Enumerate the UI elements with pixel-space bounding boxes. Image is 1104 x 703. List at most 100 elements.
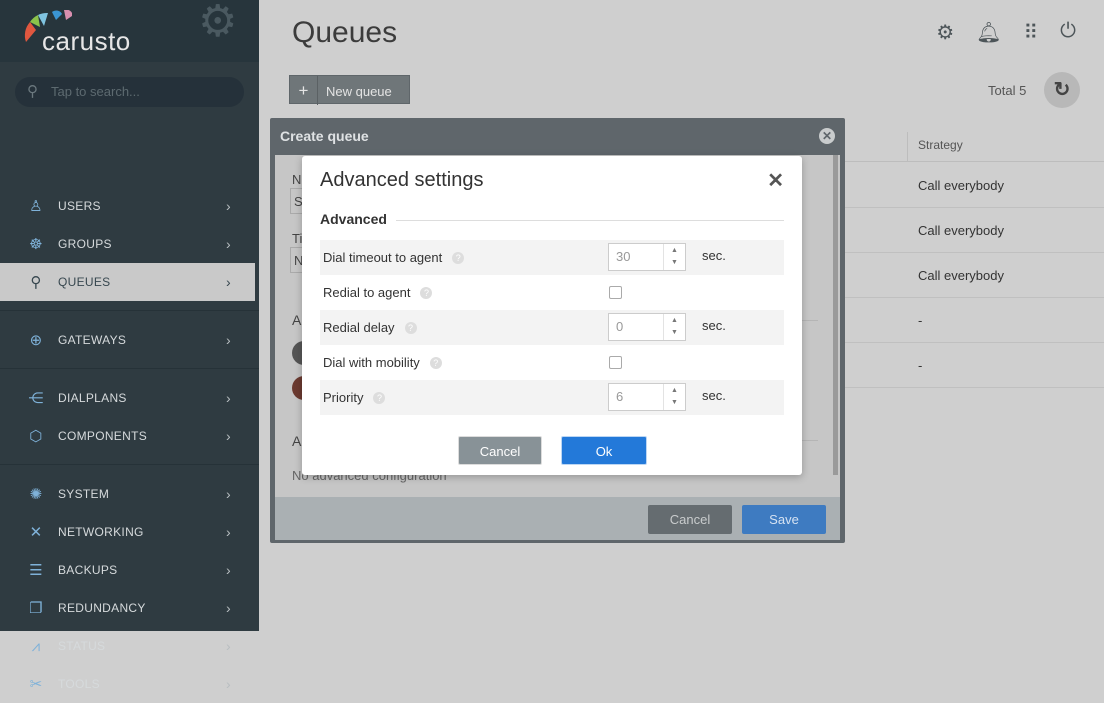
cube-icon: ⬡	[29, 428, 43, 445]
advanced-cancel-button[interactable]: Cancel	[458, 436, 542, 465]
close-icon[interactable]: ✕	[767, 168, 784, 193]
dialog-title: Create queue	[280, 128, 369, 144]
cancel-button[interactable]: Cancel	[648, 505, 732, 534]
spinner-arrows-icon[interactable]: ▲ ▼	[663, 314, 685, 340]
settings-icon[interactable]: ⚙	[936, 20, 954, 45]
share-icon: ⋲	[28, 390, 44, 407]
dialog-title: Advanced settings	[320, 169, 484, 191]
help-icon[interactable]: ?	[452, 252, 465, 264]
sidebar-item-label: QUEUES	[58, 275, 111, 289]
setting-row: Priority? 6 ▲ ▼ sec.	[320, 380, 784, 415]
sidebar-item-label: SYSTEM	[58, 487, 110, 501]
spinner-arrows-icon[interactable]: ▲ ▼	[663, 244, 685, 270]
sidebar-item-tools[interactable]: ✂ TOOLS ›	[0, 665, 255, 703]
user-icon: ♙	[29, 198, 43, 215]
search-input[interactable]: ⚲ Tap to search...	[15, 77, 244, 107]
chevron-right-icon: ›	[226, 676, 231, 692]
unit-label: sec.	[702, 318, 726, 333]
setting-label: Dial with mobility	[323, 355, 420, 370]
chart-icon: ⩘	[31, 637, 41, 655]
sidebar-item-dialplans[interactable]: ⋲ DIALPLANS ›	[0, 379, 255, 417]
chevron-right-icon: ›	[226, 198, 231, 214]
sidebar: carusto ⚙ ⚲ Tap to search... ♙ USERS › ☸ GROU…	[0, 0, 259, 693]
new-queue-button[interactable]: + New queue	[289, 75, 410, 105]
redundancy-icon: ❐	[29, 600, 43, 617]
network-icon: ✕	[29, 524, 43, 541]
sidebar-item-components[interactable]: ⬡ COMPONENTS ›	[0, 417, 255, 455]
sidebar-item-networking[interactable]: ✕ NETWORKING ›	[0, 513, 255, 551]
save-button[interactable]: Save	[742, 505, 826, 534]
setting-label: Dial timeout to agent	[323, 250, 443, 265]
section-heading: Advanced	[320, 211, 387, 227]
chevron-right-icon: ›	[226, 486, 231, 502]
number-input[interactable]: 0 ▲ ▼	[608, 313, 686, 341]
top-icons: ⚙ 🔔︎ ⠿ ⏻	[936, 20, 1076, 45]
sidebar-item-gateways[interactable]: ⊕ GATEWAYS ›	[0, 321, 255, 359]
setting-label: Redial delay	[323, 320, 395, 335]
bell-icon[interactable]: 🔔︎	[976, 20, 1001, 45]
sidebar-item-label: GROUPS	[58, 237, 112, 251]
table-header: Strategy	[845, 127, 1104, 162]
total-count: Total 5	[988, 83, 1027, 98]
checkbox[interactable]	[609, 356, 622, 369]
sidebar-item-label: GATEWAYS	[58, 333, 127, 347]
sidebar-item-label: NETWORKING	[58, 525, 144, 539]
chevron-right-icon: ›	[226, 600, 231, 616]
groups-icon: ☸	[29, 236, 43, 253]
page-title: Queues	[292, 16, 398, 49]
sidebar-item-label: DIALPLANS	[58, 391, 127, 405]
ok-button[interactable]: Ok	[561, 436, 647, 465]
chevron-right-icon: ›	[226, 236, 231, 252]
sidebar-item-users[interactable]: ♙ USERS ›	[0, 187, 255, 225]
search-icon: ⚲	[27, 83, 38, 100]
logo[interactable]: carusto	[24, 10, 130, 56]
power-icon[interactable]: ⏻	[1060, 20, 1076, 45]
help-icon[interactable]: ?	[420, 287, 433, 299]
table-row[interactable]: Call everybody	[845, 163, 1104, 208]
table-row[interactable]: -	[845, 298, 1104, 343]
sidebar-item-label: BACKUPS	[58, 563, 118, 577]
dialog-footer: Cancel Save	[275, 497, 840, 540]
chevron-right-icon: ›	[226, 638, 231, 654]
apps-grid-icon[interactable]: ⠿	[1024, 20, 1039, 45]
chevron-right-icon: ›	[226, 274, 231, 290]
sidebar-item-groups[interactable]: ☸ GROUPS ›	[0, 225, 255, 263]
close-icon[interactable]: ✕	[819, 128, 835, 144]
system-icon: ✺	[29, 486, 43, 503]
setting-row: Dial with mobility?	[320, 345, 784, 380]
unit-label: sec.	[702, 388, 726, 403]
setting-label: Redial to agent	[323, 285, 411, 300]
table-row[interactable]: Call everybody	[845, 253, 1104, 298]
help-icon[interactable]: ?	[429, 357, 442, 369]
unit-label: sec.	[702, 248, 726, 263]
checkbox[interactable]	[609, 286, 622, 299]
sidebar-item-queues[interactable]: ⚲ QUEUES ›	[0, 263, 255, 301]
sidebar-item-system[interactable]: ✺ SYSTEM ›	[0, 475, 255, 513]
divider	[396, 220, 784, 221]
tools-icon: ✂	[29, 676, 43, 693]
chevron-right-icon: ›	[226, 562, 231, 578]
column-strategy[interactable]: Strategy	[918, 138, 963, 152]
gears-decoration-icon: ⚙	[198, 0, 238, 46]
number-input[interactable]: 30 ▲ ▼	[608, 243, 686, 271]
database-icon: ☰	[29, 562, 43, 579]
setting-row: Redial to agent?	[320, 275, 784, 310]
chevron-right-icon: ›	[226, 524, 231, 540]
number-input[interactable]: 6 ▲ ▼	[608, 383, 686, 411]
table-row[interactable]: Call everybody	[845, 208, 1104, 253]
help-icon[interactable]: ?	[404, 322, 417, 334]
spinner-arrows-icon[interactable]: ▲ ▼	[663, 384, 685, 410]
queues-icon: ⚲	[30, 274, 42, 291]
chevron-right-icon: ›	[226, 390, 231, 406]
sidebar-header: carusto ⚙	[0, 0, 259, 62]
sidebar-item-backups[interactable]: ☰ BACKUPS ›	[0, 551, 255, 589]
sidebar-item-redundancy[interactable]: ❐ REDUNDANCY ›	[0, 589, 255, 627]
table-row[interactable]: -	[845, 343, 1104, 388]
plus-icon: +	[290, 76, 318, 105]
help-icon[interactable]: ?	[373, 392, 386, 404]
sidebar-item-status[interactable]: ⩘ STATUS ›	[0, 627, 255, 665]
refresh-button[interactable]: ↻	[1044, 72, 1080, 108]
setting-label: Priority	[323, 390, 364, 405]
sidebar-item-label: COMPONENTS	[58, 429, 148, 443]
scrollbar[interactable]	[833, 155, 838, 475]
